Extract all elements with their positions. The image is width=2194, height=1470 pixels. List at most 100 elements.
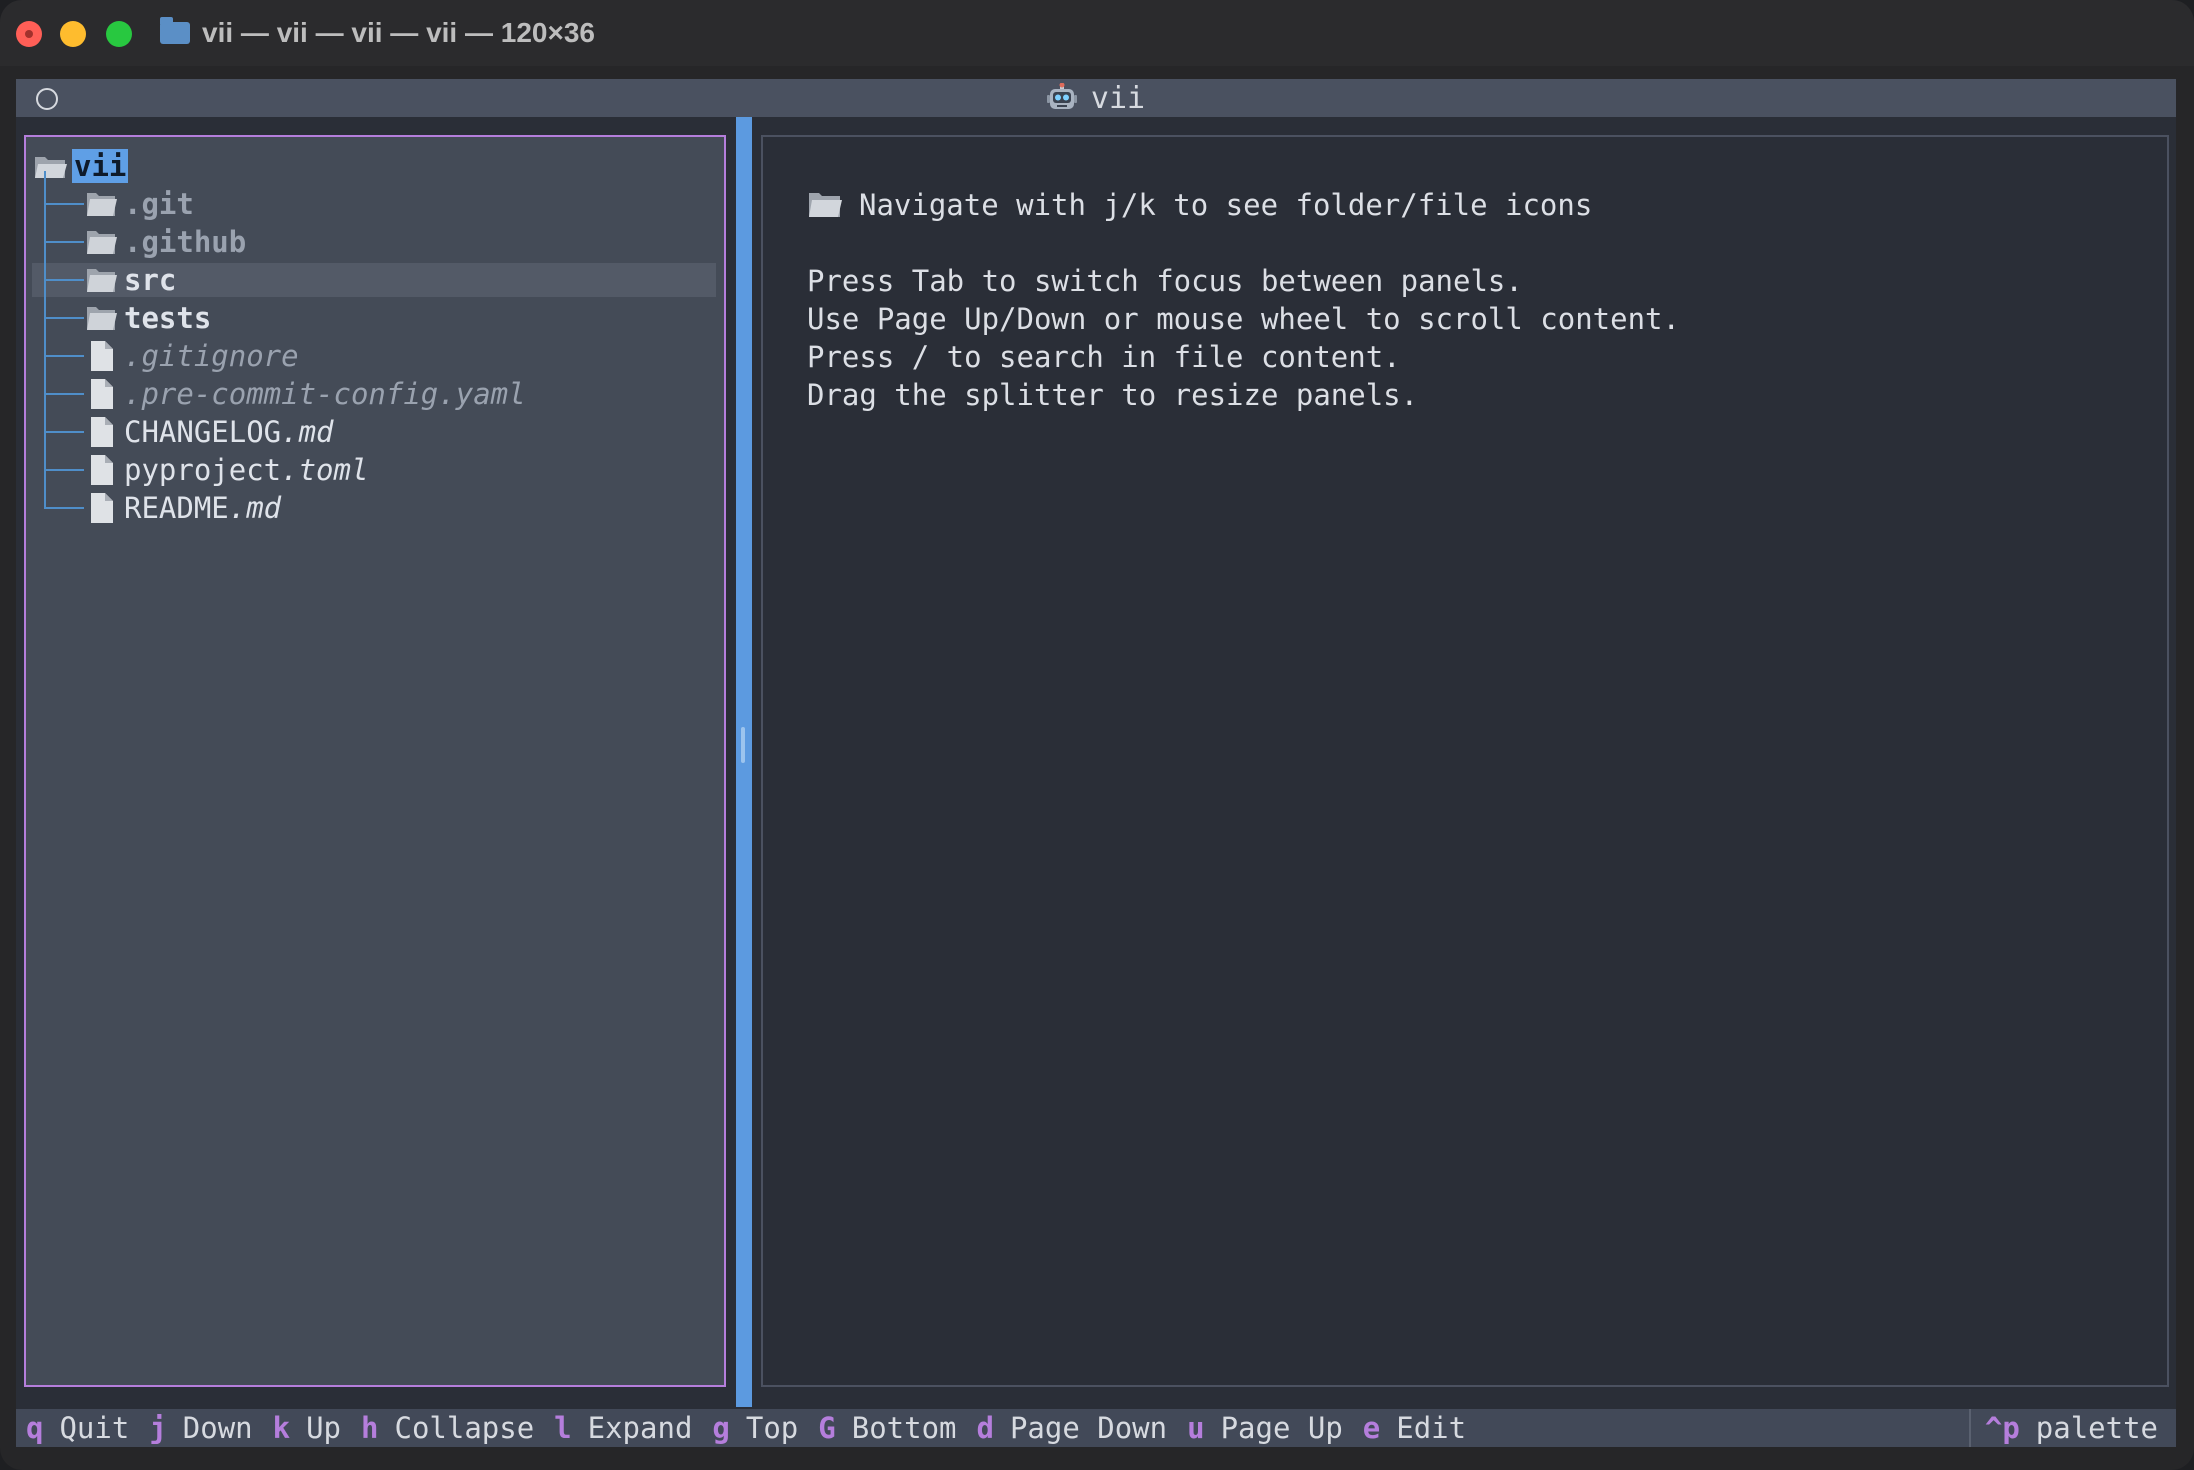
folder-icon — [809, 193, 842, 217]
tree-item-pyproject[interactable]: pyproject.toml — [32, 433, 716, 487]
keybinding-page-up[interactable]: u Page Up — [1187, 1411, 1343, 1445]
file-extension: .md — [281, 415, 334, 449]
folder-icon — [87, 307, 117, 330]
app-header: vii — [16, 79, 2176, 117]
key-description: Edit — [1396, 1411, 1467, 1445]
tree-item-label: tests — [124, 301, 212, 335]
preview-line: Drag the splitter to resize panels. — [807, 378, 1419, 412]
key-description: Expand — [587, 1411, 693, 1445]
key-label: ^p — [1984, 1411, 2020, 1445]
tree-branch-line — [44, 243, 84, 281]
tree-item-label: .pre-commit-config.yaml — [124, 377, 526, 411]
tree-item-tests[interactable]: tests — [32, 281, 716, 335]
keybinding-edit[interactable]: e Edit — [1363, 1411, 1466, 1445]
tree-item-pre-commit-config[interactable]: .pre-commit-config.yaml — [32, 357, 716, 411]
file-extension: .md — [228, 491, 282, 525]
key-label: d — [976, 1411, 994, 1445]
terminal-content: vii vii .git .github src tests .gitignor… — [16, 79, 2176, 1447]
key-description: Page Up — [1220, 1411, 1343, 1445]
file-icon — [91, 417, 113, 447]
file-icon — [91, 493, 113, 523]
key-description: Top — [745, 1411, 799, 1445]
terminal-window: vii — vii — vii — vii — 120×36 vii vii .… — [0, 0, 2194, 1470]
minimize-window-button[interactable] — [60, 21, 86, 47]
preview-line: Press / to search in file content. — [807, 340, 1401, 374]
preview-panel[interactable]: Navigate with j/k to see folder/file ico… — [761, 135, 2169, 1387]
tree-branch-line — [44, 471, 84, 509]
keybinding-quit[interactable]: q Quit — [26, 1411, 129, 1445]
key-label: q — [26, 1411, 44, 1445]
key-label: e — [1362, 1411, 1381, 1445]
window-title: vii — vii — vii — vii — 120×36 — [160, 16, 595, 50]
app-header-title-text: vii — [1090, 80, 1146, 116]
key-label: l — [554, 1411, 572, 1445]
keybinding-page-down[interactable]: d Page Down — [977, 1411, 1168, 1445]
key-label: g — [712, 1411, 730, 1445]
file-icon — [91, 341, 113, 371]
key-description: Quit — [59, 1411, 130, 1445]
panel-splitter[interactable] — [736, 117, 752, 1407]
tree-item-src[interactable]: src — [32, 243, 716, 297]
splitter-grip[interactable] — [741, 727, 745, 763]
tree-item-changelog[interactable]: CHANGELOG.md — [32, 395, 716, 449]
key-description: Bottom — [851, 1411, 957, 1445]
tree-item-label: CHANGELOG.md — [124, 415, 334, 449]
tree-item-label: .github — [124, 225, 247, 259]
tree-branch-line — [44, 357, 84, 395]
file-icon — [91, 379, 113, 409]
key-label: k — [272, 1411, 291, 1445]
preview-heading: Navigate with j/k to see folder/file ico… — [859, 188, 1593, 222]
file-icon — [91, 455, 113, 485]
folder-icon — [87, 231, 117, 254]
maximize-window-button[interactable] — [106, 21, 132, 47]
key-description: Page Down — [1009, 1411, 1168, 1445]
file-basename: pyproject — [124, 453, 282, 487]
close-window-button[interactable] — [16, 21, 42, 47]
tree-item-label: pyproject.toml — [124, 453, 368, 487]
keybinding-top[interactable]: g Top — [712, 1411, 798, 1445]
key-label: G — [818, 1411, 836, 1445]
key-label: j — [149, 1411, 167, 1445]
key-description: Collapse — [394, 1411, 535, 1445]
key-description: palette — [2035, 1411, 2158, 1445]
keybinding-bottom[interactable]: G Bottom — [818, 1411, 956, 1445]
tree-item-gitignore[interactable]: .gitignore — [32, 319, 716, 373]
tree-branch-line — [44, 395, 84, 433]
tree-branch-line — [44, 319, 84, 357]
key-description: Down — [182, 1411, 253, 1445]
tree-branch-line — [44, 171, 84, 205]
key-label: h — [361, 1411, 379, 1445]
tree-branch-line — [44, 281, 84, 319]
tree-item-git[interactable]: .git — [32, 171, 716, 221]
keybinding-collapse[interactable]: h Collapse — [361, 1411, 534, 1445]
tree-root-row[interactable]: vii — [32, 149, 716, 183]
file-tree-panel[interactable]: vii .git .github src tests .gitignore .p… — [24, 135, 726, 1387]
window-title-text: vii — vii — vii — vii — 120×36 — [202, 17, 595, 48]
preview-line: Use Page Up/Down or mouse wheel to scrol… — [807, 302, 1680, 336]
tree-item-label: README.md — [124, 491, 281, 525]
tree-item-label: src — [124, 263, 177, 297]
command-palette-button[interactable]: ^p palette — [1968, 1409, 2158, 1447]
folder-icon — [87, 269, 117, 292]
tree-item-label: .gitignore — [124, 339, 299, 373]
preview-line: Press Tab to switch focus between panels… — [807, 264, 1523, 298]
file-basename: CHANGELOG — [124, 415, 282, 449]
tree-item-readme[interactable]: README.md — [32, 471, 716, 525]
keybinding-down[interactable]: j Down — [149, 1411, 252, 1445]
tree-branch-line — [44, 205, 84, 243]
key-label: u — [1187, 1411, 1205, 1445]
folder-icon — [160, 17, 190, 44]
keybinding-expand[interactable]: l Expand — [554, 1411, 692, 1445]
tree-branch-line — [44, 433, 84, 471]
robot-icon — [1046, 83, 1077, 109]
file-extension: .toml — [281, 453, 369, 487]
window-titlebar: vii — vii — vii — vii — 120×36 — [0, 0, 2194, 66]
keybinding-footer: q Quit j Down k Up h Collapse l Expand g Top G… — [16, 1409, 2176, 1447]
tree-item-label: .git — [124, 187, 194, 221]
file-basename: README — [124, 491, 229, 525]
key-description: Up — [306, 1411, 342, 1445]
app-header-title: vii — [16, 79, 2176, 117]
tree-item-github[interactable]: .github — [32, 205, 716, 259]
folder-icon — [87, 193, 117, 216]
keybinding-up[interactable]: k Up — [273, 1411, 341, 1445]
